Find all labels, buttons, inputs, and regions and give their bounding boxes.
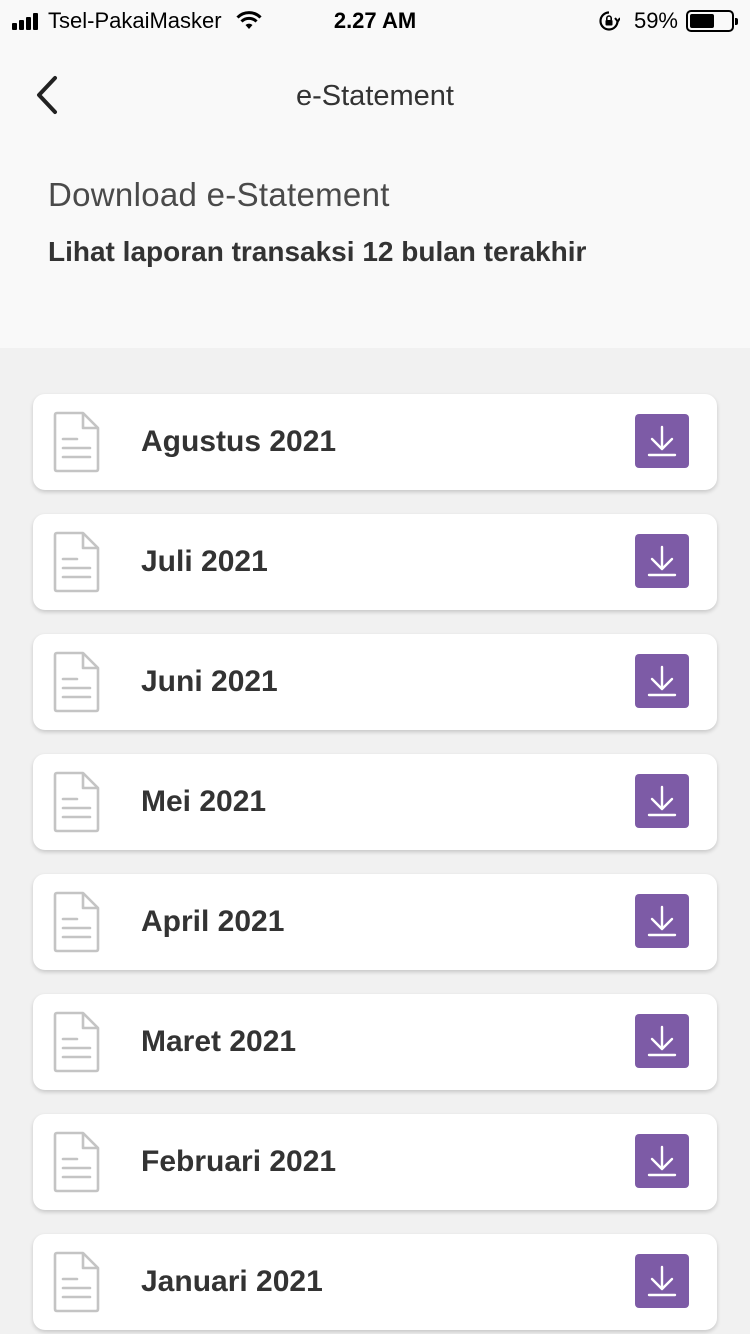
statement-label: Mei 2021 [141, 785, 267, 818]
navigation-bar: e-Statement [0, 40, 750, 152]
rotation-lock-icon [598, 10, 620, 32]
section-title: Download e-Statement [48, 176, 390, 213]
download-icon [647, 425, 677, 457]
statement-label: Maret 2021 [141, 1025, 297, 1058]
statement-item[interactable]: Maret 2021 [33, 994, 717, 1090]
status-bar: Tsel-PakaiMasker 2.27 AM 59% [0, 0, 750, 40]
download-icon [647, 665, 677, 697]
document-icon [53, 1011, 100, 1073]
download-button[interactable] [635, 1014, 689, 1068]
statement-item[interactable]: Juli 2021 [33, 514, 717, 610]
document-icon [53, 771, 100, 833]
statement-item[interactable]: Juni 2021 [33, 634, 717, 730]
document-icon [53, 531, 100, 593]
document-icon [53, 1131, 100, 1193]
download-button[interactable] [635, 414, 689, 468]
status-right: 59% [598, 8, 738, 34]
document-icon [53, 891, 100, 953]
download-icon [647, 545, 677, 577]
statement-item[interactable]: Mei 2021 [33, 754, 717, 850]
download-button[interactable] [635, 654, 689, 708]
header-area: Tsel-PakaiMasker 2.27 AM 59% e-Statement… [0, 0, 750, 348]
battery-icon [686, 10, 738, 32]
statement-label: Juli 2021 [141, 545, 268, 578]
download-icon [647, 785, 677, 817]
statement-item[interactable]: April 2021 [33, 874, 717, 970]
section-subtitle: Lihat laporan transaksi 12 bulan terakhi… [48, 236, 587, 267]
document-icon [53, 411, 100, 473]
download-icon [647, 905, 677, 937]
statement-item[interactable]: Februari 2021 [33, 1114, 717, 1210]
statement-label: Agustus 2021 [141, 425, 337, 458]
download-icon [647, 1145, 677, 1177]
download-button[interactable] [635, 894, 689, 948]
statement-list: Agustus 2021 Juli 2021 Juni 2021 Mei 202… [0, 348, 750, 1330]
download-button[interactable] [635, 774, 689, 828]
download-icon [647, 1025, 677, 1057]
battery-fill [690, 14, 714, 28]
statement-item[interactable]: Januari 2021 [33, 1234, 717, 1330]
document-icon [53, 1251, 100, 1313]
statement-label: April 2021 [141, 905, 285, 938]
statement-label: Februari 2021 [141, 1145, 337, 1178]
download-button[interactable] [635, 534, 689, 588]
statement-item[interactable]: Agustus 2021 [33, 394, 717, 490]
download-button[interactable] [635, 1134, 689, 1188]
statement-label: Juni 2021 [141, 665, 278, 698]
statement-label: Januari 2021 [141, 1265, 323, 1298]
document-icon [53, 651, 100, 713]
download-button[interactable] [635, 1254, 689, 1308]
battery-percent: 59% [633, 8, 678, 33]
page-title: e-Statement [296, 80, 454, 112]
download-icon [647, 1265, 677, 1297]
